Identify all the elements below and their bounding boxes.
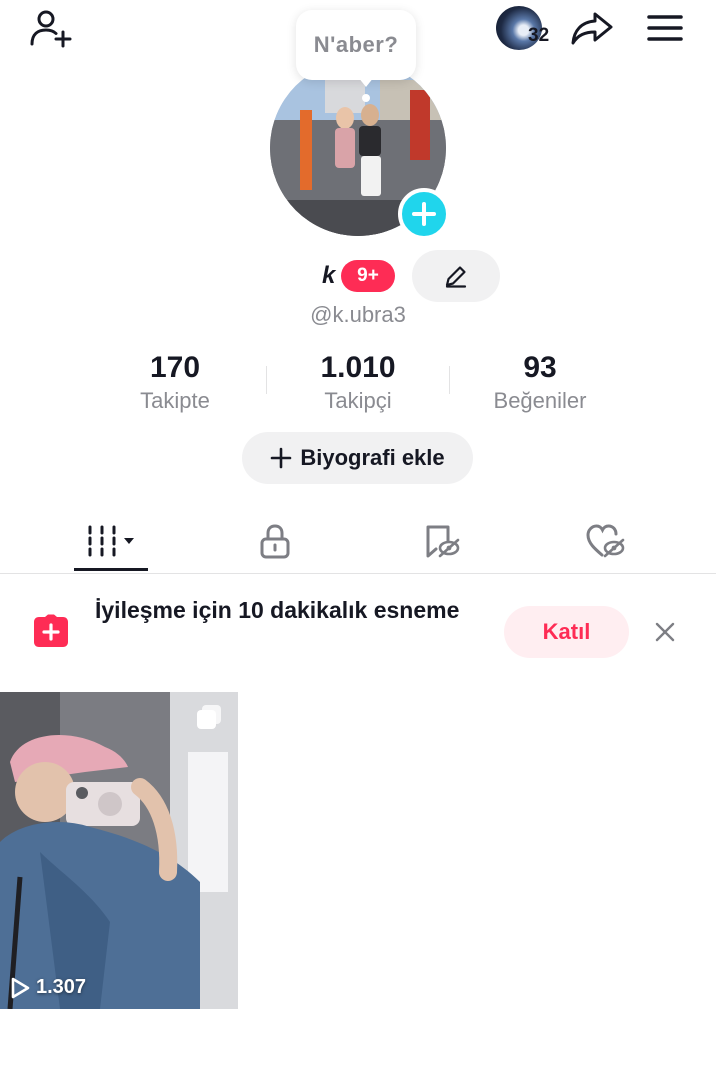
tab-private[interactable] — [240, 510, 310, 572]
username: @k.ubra3 — [310, 302, 406, 327]
add-bio-button[interactable]: Biyografi ekle — [242, 432, 473, 484]
grid-icon — [88, 525, 134, 557]
multi-photo-icon — [197, 705, 221, 729]
person-plus-icon — [30, 10, 72, 48]
tab-liked[interactable] — [570, 510, 640, 572]
share-button[interactable] — [568, 6, 616, 50]
video-thumbnail-image — [0, 692, 238, 1009]
add-avatar-button[interactable] — [398, 188, 450, 240]
following-label: Takipte — [140, 388, 210, 413]
plus-icon — [412, 202, 436, 226]
stat-likes[interactable]: 93 Beğeniler — [450, 350, 630, 416]
heart-hidden-icon — [586, 524, 625, 558]
pencil-icon — [445, 266, 467, 288]
bubble-dot — [362, 94, 370, 102]
likes-label: Beğeniler — [493, 388, 587, 413]
notification-badge[interactable]: 9+ — [341, 260, 395, 292]
followers-count: 1.010 — [320, 351, 396, 384]
hamburger-icon — [647, 15, 683, 41]
tab-reposts[interactable] — [406, 510, 476, 572]
active-tab-indicator — [74, 568, 148, 571]
stat-following[interactable]: 170 Takipte — [85, 350, 265, 416]
add-bio-label: Biyografi ekle — [300, 445, 445, 470]
lock-icon — [260, 524, 290, 559]
video-thumbnail[interactable] — [0, 692, 238, 1009]
menu-button[interactable] — [642, 8, 688, 48]
stat-divider — [266, 366, 267, 394]
tabs-divider — [0, 573, 716, 574]
view-count: 1.307 — [10, 976, 86, 999]
share-arrow-icon — [571, 12, 613, 45]
stat-followers[interactable]: 1.010 Takipçi — [268, 350, 448, 416]
likes-count: 93 — [523, 351, 557, 384]
tab-videos[interactable] — [74, 510, 148, 572]
close-icon — [655, 622, 675, 642]
following-count: 170 — [149, 351, 201, 384]
display-name: k — [322, 262, 336, 289]
plus-square-icon — [34, 614, 68, 647]
repost-hidden-icon — [426, 525, 460, 558]
bubble-tail — [358, 77, 374, 87]
note-bubble[interactable]: N'aber? — [296, 10, 416, 80]
edit-profile-button[interactable] — [412, 250, 500, 302]
view-count-label: 1.307 — [36, 976, 87, 998]
add-friend-button[interactable] — [26, 6, 74, 50]
followers-label: Takipçi — [324, 388, 392, 413]
story-count: 32 — [528, 25, 550, 46]
plus-icon — [271, 447, 292, 469]
close-banner-button[interactable] — [650, 616, 680, 648]
play-icon — [11, 977, 30, 998]
banner-text: İyileşme için 10 dakikalık esneme — [95, 597, 460, 623]
join-button[interactable]: Katıl — [504, 606, 629, 658]
